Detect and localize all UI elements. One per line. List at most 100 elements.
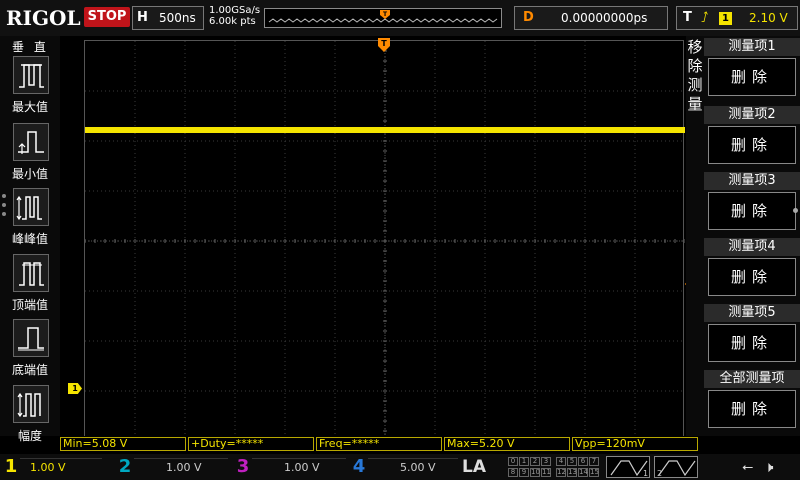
channel-number: 3: [236, 456, 250, 477]
delete-button[interactable]: 删除: [708, 126, 796, 164]
delete-button[interactable]: 删除: [708, 324, 796, 362]
logic-analyzer-label[interactable]: LA: [462, 457, 502, 477]
top-pulse-icon: [13, 254, 49, 292]
measure-item-2[interactable]: 测量项2 删除: [704, 106, 800, 168]
measure-base-key[interactable]: 底端值: [0, 319, 60, 383]
la-channel-digit: 15: [589, 468, 599, 477]
delete-button[interactable]: 删除: [708, 192, 796, 230]
page-indicator-right: [793, 208, 798, 213]
measure-amplitude-label: 幅度: [17, 429, 42, 443]
delete-button[interactable]: 删除: [708, 258, 796, 296]
la-channel-digit: 2: [530, 457, 540, 466]
measure-item-title: 测量项4: [704, 238, 800, 256]
channel-scale: 1.00 V: [134, 458, 228, 476]
measure-vpp-label: 峰峰值: [11, 232, 48, 246]
sample-rate: 1.00GSa/s: [209, 5, 261, 16]
measure-max-key[interactable]: 最大值: [0, 56, 60, 120]
amplitude-pulse-icon: [13, 385, 49, 423]
rigol-logo: RIGOL: [6, 6, 81, 30]
la-channel-digit: 8: [508, 468, 518, 477]
sample-info: 1.00GSa/s 6.00k pts: [209, 5, 260, 27]
max-pulse-icon: [13, 56, 49, 94]
run-stop-status[interactable]: STOP: [84, 7, 130, 27]
delay-box[interactable]: D 0.00000000ps: [514, 6, 668, 30]
rising-edge-icon: ⭜: [701, 10, 709, 26]
channel-number: 4: [352, 456, 366, 477]
delete-button[interactable]: 删除: [708, 58, 796, 96]
waveform-area[interactable]: [84, 40, 685, 441]
la-channel-digit: 10: [530, 468, 540, 477]
trigger-box[interactable]: T ⭜ 1 2.10 V: [676, 6, 798, 30]
memory-depth: 6.00k pts: [209, 16, 256, 27]
measurement-results-bar: Min=5.08 V +Duty=***** Freq=***** Max=5.…: [60, 436, 700, 452]
base-pulse-icon: [13, 319, 49, 357]
measure-max-label: 最大值: [11, 100, 48, 114]
la-channel-digit: 5: [567, 457, 577, 466]
speaker-mute-icon[interactable]: 🕨: [764, 458, 773, 476]
delay-value: 0.00000000ps: [561, 11, 648, 25]
la-channel-digit: 11: [541, 468, 551, 477]
delete-all-button[interactable]: 删除: [708, 390, 796, 428]
svg-text:1: 1: [643, 469, 648, 478]
graticule: [85, 41, 685, 441]
channel-scale: 1.00 V: [20, 458, 102, 476]
la-channel-digit: 13: [567, 468, 577, 477]
channel-3[interactable]: 3 1.00 V: [234, 456, 348, 478]
measure-item-1[interactable]: 测量项1 删除: [704, 38, 800, 100]
measure-item-title: 测量项5: [704, 304, 800, 322]
measurement-min[interactable]: Min=5.08 V: [60, 437, 186, 451]
trig-pos-label: T: [381, 39, 387, 48]
measure-item-title: 测量项1: [704, 38, 800, 56]
ch1-trace: [85, 127, 685, 133]
la-channel-digit: 0: [508, 457, 518, 466]
measure-item-3[interactable]: 测量项3 删除: [704, 172, 800, 234]
trigger-position-marker[interactable]: T: [378, 38, 390, 52]
measure-item-title: 测量项3: [704, 172, 800, 190]
right-menu: 移除测量 测量项1 删除 测量项2 删除 测量项3 删除 测量项4 删除 测量项…: [686, 36, 800, 436]
la-channel-digit: 6: [578, 457, 588, 466]
la-channel-digit: 4: [556, 457, 566, 466]
measure-base-label: 底端值: [11, 363, 48, 377]
channel-1[interactable]: 1 1.00 V: [2, 456, 106, 478]
top-status-bar: RIGOL STOP H 500ns 1.00GSa/s 6.00k pts T…: [0, 0, 800, 36]
usb-icon: ⭠: [742, 459, 754, 475]
measure-min-label: 最小值: [11, 167, 48, 181]
ch1-offset-marker[interactable]: 1: [68, 383, 82, 394]
channel-status-bar: 1 1.00 V 2 1.00 V 3 1.00 V 4 5.00 V LA 0…: [0, 454, 800, 480]
page-indicator-left: [2, 194, 6, 221]
measurement-duty[interactable]: +Duty=*****: [188, 437, 314, 451]
channel-number: 1: [4, 456, 18, 477]
serial-bus-2[interactable]: 2: [654, 456, 698, 478]
left-softkey-panel: 垂 直 最大值 最小值 峰峰值 顶端值 底端值 幅度: [0, 36, 60, 443]
measure-item-all[interactable]: 全部测量项 删除: [704, 370, 800, 432]
measure-amplitude-key[interactable]: 幅度: [0, 385, 60, 449]
channel-4[interactable]: 4 5.00 V: [350, 456, 460, 478]
measure-top-key[interactable]: 顶端值: [0, 254, 60, 318]
horizontal-label: H: [137, 10, 148, 25]
la-channel-digit: 14: [578, 468, 588, 477]
measure-item-5[interactable]: 测量项5 删除: [704, 304, 800, 366]
measurement-vpp[interactable]: Vpp=120mV: [572, 437, 698, 451]
trigger-level: 2.10 V: [749, 11, 788, 25]
measure-min-key[interactable]: 最小值: [0, 123, 60, 187]
measure-vpp-key[interactable]: 峰峰值: [0, 188, 60, 252]
la-channel-digit: 12: [556, 468, 566, 477]
timebase-box[interactable]: H 500ns: [132, 6, 204, 30]
measure-top-label: 顶端值: [11, 298, 48, 312]
la-channel-grid: 0 1 2 3 4 5 6 7 8 9 10 11 12 13 14 15: [508, 456, 600, 478]
svg-text:2: 2: [657, 469, 662, 478]
la-channel-digit: 3: [541, 457, 551, 466]
menu-title: 移除测量: [687, 38, 703, 113]
measurement-freq[interactable]: Freq=*****: [316, 437, 442, 451]
measure-item-title: 全部测量项: [704, 370, 800, 388]
min-pulse-icon: [13, 123, 49, 161]
memory-waveform-icon: T: [268, 10, 498, 23]
channel-number: 2: [118, 456, 132, 477]
serial-bus-1[interactable]: 1: [606, 456, 650, 478]
measurement-max[interactable]: Max=5.20 V: [444, 437, 570, 451]
measure-item-4[interactable]: 测量项4 删除: [704, 238, 800, 300]
channel-scale: 5.00 V: [368, 458, 458, 476]
memory-overview: T: [264, 8, 502, 28]
channel-2[interactable]: 2 1.00 V: [116, 456, 230, 478]
timebase-value: 500ns: [159, 11, 196, 25]
